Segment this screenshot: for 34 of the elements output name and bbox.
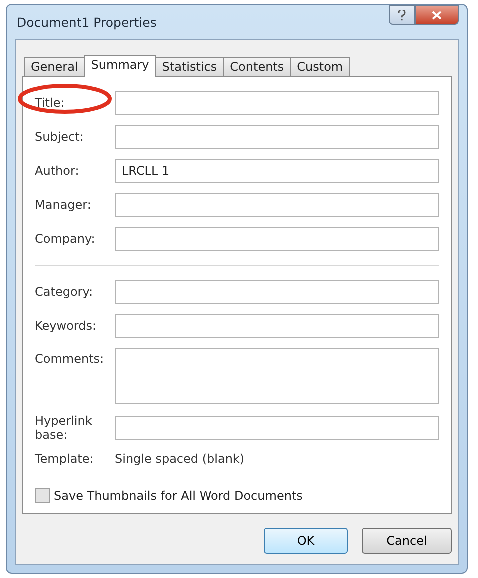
checkbox[interactable]	[35, 488, 50, 503]
field-label: Author:	[35, 164, 80, 178]
text-field[interactable]	[115, 227, 439, 251]
help-icon	[398, 10, 406, 20]
field-label: Company:	[35, 232, 96, 246]
close-icon	[432, 10, 442, 20]
field-label: Manager:	[35, 198, 92, 212]
tab[interactable]: Contents	[223, 57, 292, 76]
field-label: Comments:	[35, 352, 106, 366]
tab[interactable]: Statistics	[155, 57, 224, 76]
text-field[interactable]	[115, 91, 439, 115]
text-field[interactable]	[115, 416, 439, 440]
text-field[interactable]	[115, 280, 439, 304]
close-button[interactable]	[415, 5, 459, 25]
tab[interactable]: Summary	[84, 55, 156, 77]
field-label: Category:	[35, 285, 94, 299]
field-label: Hyperlink base:	[35, 414, 94, 442]
field-label: Keywords:	[35, 319, 98, 333]
text-field[interactable]	[115, 314, 439, 338]
checkbox-label: Save Thumbnails for All Word Documents	[54, 488, 303, 502]
field-label: Title:	[35, 96, 66, 110]
cancel-button[interactable]: Cancel	[362, 528, 452, 554]
field-label: Template:	[35, 452, 95, 466]
text-area[interactable]	[115, 348, 439, 404]
tab[interactable]: General	[24, 57, 86, 76]
help-button[interactable]	[389, 5, 415, 25]
text-field[interactable]	[115, 193, 439, 217]
field-label: Subject:	[35, 130, 85, 144]
template-value: Single spaced (blank)	[115, 452, 245, 466]
ok-button[interactable]: OK	[264, 528, 348, 554]
text-field[interactable]: LRCLL 1	[115, 159, 439, 183]
text-field[interactable]	[115, 125, 439, 149]
tab[interactable]: Custom	[290, 57, 350, 76]
window-title: Document1 Properties	[16, 14, 157, 30]
